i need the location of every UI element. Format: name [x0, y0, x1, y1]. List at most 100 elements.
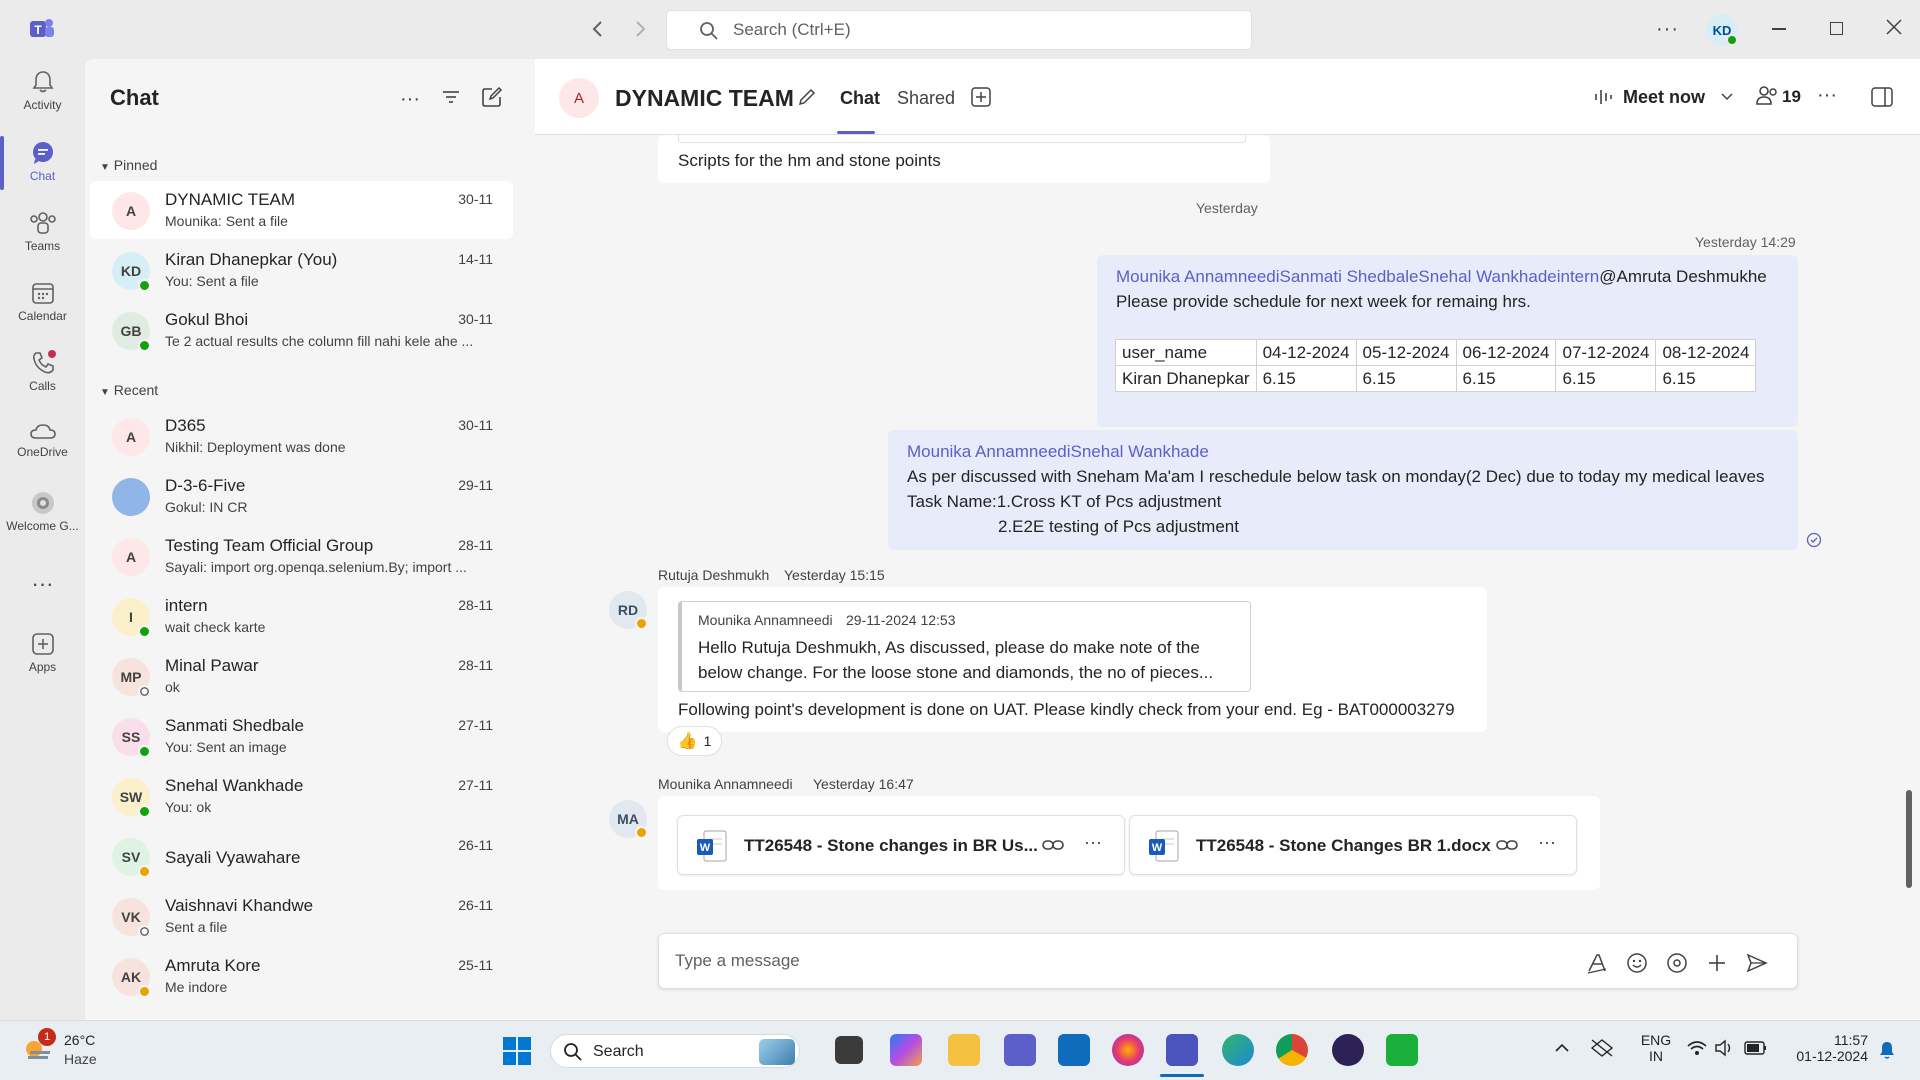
chat-list-item[interactable]: GB Gokul Bhoi Te 2 actual results che colu…	[90, 301, 513, 359]
store-icon[interactable]	[1058, 1034, 1090, 1066]
teams-active-icon[interactable]	[1166, 1034, 1198, 1066]
lang-top: ENG	[1640, 1032, 1672, 1048]
mention[interactable]: @Amruta Deshmukhe	[1599, 267, 1767, 286]
add-icon[interactable]	[1705, 951, 1729, 979]
pinned-section[interactable]: ▼ Pinned	[100, 157, 157, 173]
weather-badge: 1	[38, 1028, 56, 1046]
file-attachment[interactable]: W TT26548 - Stone changes in BR Us... ··…	[677, 815, 1125, 875]
eclipse-icon[interactable]	[1332, 1034, 1364, 1066]
restore-icon[interactable]	[1830, 22, 1843, 35]
chat-list-item[interactable]: SV Sayali Vyawahare 26-11	[90, 827, 513, 885]
participants-icon[interactable]	[1755, 84, 1781, 112]
edit-pencil-icon[interactable]	[797, 87, 817, 111]
chat-list-item[interactable]: VK Vaishnavi Khandwe Sent a file 26-11	[90, 887, 513, 945]
word-doc-icon: W	[696, 830, 728, 868]
weather-temp[interactable]: 26°C	[64, 1032, 95, 1048]
loop-icon[interactable]	[1665, 951, 1689, 979]
edge-icon[interactable]	[1222, 1034, 1254, 1066]
firefox-icon[interactable]	[1112, 1034, 1144, 1066]
rail-item-onedrive[interactable]: OneDrive	[0, 420, 85, 459]
rail-item-calendar[interactable]: Calendar	[0, 280, 85, 323]
filter-icon[interactable]	[441, 88, 461, 110]
chevron-up-icon[interactable]	[1554, 1040, 1570, 1061]
message-bubble[interactable]: Mounika Annamneedi 29-11-2024 12:53 Hell…	[658, 587, 1487, 732]
message-mentions[interactable]: Mounika AnnamneediSnehal Wankhade	[907, 442, 1209, 462]
teams-taskbar-icon[interactable]	[1004, 1034, 1036, 1066]
header-more-icon[interactable]: ···	[1817, 84, 1837, 107]
windows-start-icon[interactable]	[502, 1036, 532, 1070]
chat-list-item[interactable]: A D365 Nikhil: Deployment was done 30-11	[90, 407, 513, 465]
message-input[interactable]: Type a message	[675, 951, 800, 971]
sidebar-more-icon[interactable]: ···	[400, 88, 420, 111]
meet-now-button[interactable]: Meet now	[1623, 87, 1705, 108]
group-avatar: A	[559, 78, 599, 118]
spreadsheet-icon[interactable]	[1386, 1034, 1418, 1066]
wifi-icon[interactable]	[1686, 1039, 1708, 1061]
battery-icon[interactable]	[1744, 1040, 1768, 1060]
format-icon[interactable]	[1585, 951, 1609, 979]
task-view-icon[interactable]	[835, 1036, 863, 1064]
my-message-bubble[interactable]: Mounika AnnamneediSnehal Wankhade As per…	[888, 430, 1798, 550]
send-icon[interactable]	[1745, 951, 1769, 979]
reaction-like[interactable]: 👍 1	[667, 726, 722, 756]
copilot-icon[interactable]	[890, 1034, 922, 1066]
chat-list-item[interactable]: SW Snehal Wankhade You: ok 27-11	[90, 767, 513, 825]
chat-list-item[interactable]: Iintern wait check karte 28-11	[90, 587, 513, 645]
emoji-icon[interactable]	[1625, 951, 1649, 979]
chat-preview: Me indore	[165, 979, 228, 995]
rail-item-apps[interactable]: Apps	[0, 631, 85, 674]
chat-list-item[interactable]: AK Amruta Kore Me indore 25-11	[90, 947, 513, 1005]
chevron-down-icon[interactable]	[1720, 89, 1734, 107]
recent-section[interactable]: ▼ Recent	[100, 382, 158, 398]
my-message-bubble[interactable]: Mounika AnnamneediSanmati ShedbaleSnehal…	[1097, 255, 1798, 427]
message-bubble[interactable]: Scripts for the hm and stone points	[658, 135, 1270, 183]
file-more-icon[interactable]: ···	[1084, 832, 1102, 853]
more-apps-icon[interactable]: ···	[0, 571, 85, 597]
notification-bell-icon[interactable]	[1878, 1040, 1896, 1064]
chat-list-item[interactable]: A DYNAMIC TEAM Mounika: Sent a file 30-11	[90, 181, 513, 239]
tab-chat[interactable]: Chat	[840, 88, 880, 109]
forward-arrow-icon[interactable]	[630, 18, 650, 44]
rail-item-welcome[interactable]: Welcome G...	[0, 490, 85, 533]
network-icon[interactable]	[1590, 1038, 1614, 1062]
chat-name: Snehal Wankhade	[165, 776, 304, 795]
chrome-icon[interactable]	[1276, 1034, 1308, 1066]
rail-label: Welcome G...	[6, 519, 79, 533]
scrollbar-thumb[interactable]	[1906, 790, 1912, 888]
rail-item-calls[interactable]: Calls	[0, 350, 85, 393]
chat-list-item[interactable]: A Testing Team Official Group Sayali: impo…	[90, 527, 513, 585]
close-icon[interactable]	[1884, 17, 1904, 41]
weather-desc[interactable]: Haze	[64, 1051, 97, 1067]
minimize-icon[interactable]	[1772, 28, 1786, 30]
rail-item-activity[interactable]: Activity	[0, 69, 85, 112]
participants-count[interactable]: 19	[1782, 87, 1801, 107]
copy-link-icon[interactable]	[1042, 837, 1064, 857]
rail-item-chat[interactable]: Chat	[0, 140, 85, 183]
add-tab-icon[interactable]	[971, 87, 991, 111]
chat-list-item[interactable]: D-3-6-Five Gokul: IN CR 29-11	[90, 467, 513, 525]
file-explorer-icon[interactable]	[948, 1034, 980, 1066]
search-input[interactable]: Search (Ctrl+E)	[666, 10, 1252, 50]
taskbar-search[interactable]: Search	[550, 1034, 800, 1068]
chat-preview: ok	[165, 679, 180, 695]
quote-text: below change. For the loose stone and di…	[698, 663, 1214, 682]
new-chat-icon[interactable]	[481, 86, 503, 112]
chat-list-item[interactable]: KD Kiran Dhanepkar (You) You: Sent a file 1…	[90, 241, 513, 299]
tab-shared[interactable]: Shared	[897, 88, 955, 109]
mention[interactable]: Mounika AnnamneediSanmati ShedbaleSnehal…	[1116, 267, 1599, 286]
clock[interactable]: 11:57 01-12-2024	[1780, 1032, 1868, 1064]
chat-list-item[interactable]: MP Minal Pawar ok 28-11	[90, 647, 513, 705]
side-panel-icon[interactable]	[1871, 87, 1893, 111]
rail-item-teams[interactable]: Teams	[0, 210, 85, 253]
compose-box[interactable]: Type a message	[658, 933, 1798, 989]
copy-link-icon[interactable]	[1496, 837, 1518, 857]
chat-list-item[interactable]: SS Sanmati Shedbale You: Sent an image 27-1…	[90, 707, 513, 765]
quoted-reply[interactable]: Mounika Annamneedi 29-11-2024 12:53 Hell…	[678, 601, 1251, 692]
back-arrow-icon[interactable]	[588, 18, 608, 44]
language-indicator[interactable]: ENG IN	[1636, 1032, 1676, 1064]
file-attachment[interactable]: W TT26548 - Stone Changes BR 1.docx ···	[1129, 815, 1577, 875]
more-options-icon[interactable]: ···	[1656, 18, 1679, 41]
file-more-icon[interactable]: ···	[1538, 832, 1556, 853]
chat-preview: You: Sent a file	[165, 273, 259, 289]
volume-icon[interactable]	[1714, 1039, 1736, 1061]
